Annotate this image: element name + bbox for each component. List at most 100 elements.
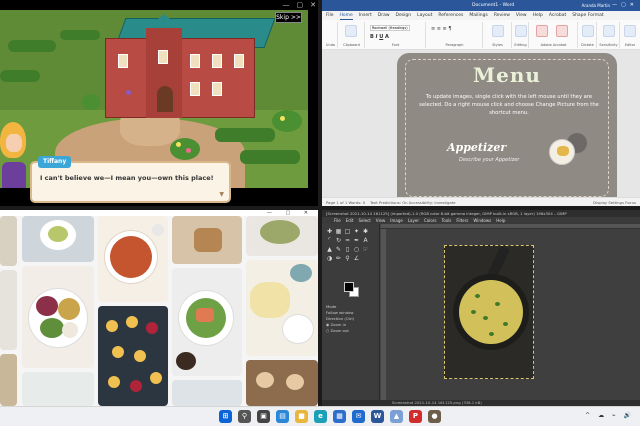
tab-file[interactable]: File — [326, 11, 334, 20]
ribbon-group-editor[interactable]: Editor — [621, 22, 639, 48]
menu-filters[interactable]: Filters — [456, 217, 468, 224]
store-icon[interactable]: ▦ — [333, 410, 346, 423]
menu-file[interactable]: File — [334, 217, 341, 224]
ribbon-group-acrobat[interactable]: Adobe Acrobat — [530, 22, 578, 48]
tab-acrobat[interactable]: Acrobat — [549, 11, 566, 20]
pinterest-window[interactable]: — ▢ ✕ — [0, 210, 318, 406]
zoom-out-radio[interactable]: ○ Zoom out — [326, 328, 349, 333]
paths-tool-icon[interactable]: ✒ — [353, 237, 360, 244]
menu-select[interactable]: Select — [358, 217, 370, 224]
photo-tile[interactable] — [22, 216, 94, 262]
file-explorer-icon[interactable]: ■ — [295, 410, 308, 423]
split-divider-vertical[interactable] — [318, 0, 322, 406]
pinterest-icon[interactable]: P — [409, 410, 422, 423]
photo-tile[interactable] — [172, 216, 242, 264]
crop-tool-icon[interactable]: ⌜ — [326, 237, 333, 244]
section-heading[interactable]: Appetizer — [447, 141, 506, 154]
tab-references[interactable]: References — [438, 11, 463, 20]
mail-icon[interactable]: ✉ — [352, 410, 365, 423]
ribbon-group-styles[interactable]: Styles — [484, 22, 512, 48]
widgets-icon[interactable]: ▤ — [276, 410, 289, 423]
menu-layer[interactable]: Layer — [408, 217, 419, 224]
menu-windows[interactable]: Windows — [473, 217, 491, 224]
photo-tile[interactable] — [22, 372, 94, 406]
tool-options-follow[interactable]: Follow window — [326, 310, 354, 315]
photo-tile[interactable] — [246, 260, 318, 356]
ribbon-group-clipboard[interactable]: Clipboard — [339, 22, 365, 48]
zoom-tool-icon[interactable]: ⚲ — [344, 255, 351, 262]
word-icon[interactable]: W — [371, 410, 384, 423]
tab-insert[interactable]: Insert — [359, 11, 372, 20]
font-format-buttons[interactable]: B I U A — [370, 34, 389, 40]
tab-mailings[interactable]: Mailings — [469, 11, 487, 20]
search-icon[interactable]: ⚲ — [238, 410, 251, 423]
system-tray[interactable]: ^ ☁ ⌁ 🔊 — [585, 412, 634, 419]
photo-tile[interactable] — [22, 266, 94, 368]
menu-document-page[interactable]: Menu To update images, single click with… — [397, 53, 617, 197]
create-pdf-icon[interactable] — [536, 25, 548, 37]
document-canvas[interactable]: Menu To update images, single click with… — [322, 50, 640, 197]
tab-review[interactable]: Review — [494, 11, 510, 20]
bucket-fill-icon[interactable]: ▲ — [326, 246, 333, 253]
proofing-status[interactable]: Text Predictions: On Accessibility: Inve… — [370, 200, 456, 205]
ribbon-group-undo[interactable]: Undo — [324, 22, 338, 48]
fuzzy-select-icon[interactable]: ✱ — [362, 228, 369, 235]
tool-options-mode[interactable]: Mode — [326, 304, 336, 309]
start-icon[interactable]: ⊞ — [219, 410, 232, 423]
transform-tool-icon[interactable]: ↻ — [335, 237, 342, 244]
foreground-color-swatch[interactable] — [344, 282, 354, 292]
edge-icon[interactable]: e — [314, 410, 327, 423]
continue-arrow-icon[interactable]: ▼ — [219, 191, 224, 198]
photo-tile[interactable] — [172, 380, 242, 406]
maximize-button[interactable]: ▢ — [297, 0, 304, 10]
menu-help[interactable]: Help — [496, 217, 505, 224]
photo-tile[interactable] — [98, 306, 168, 406]
game-window[interactable]: — ▢ ✕ Skip >> I can't believe we—I mean … — [0, 0, 318, 206]
menu-colors[interactable]: Colors — [424, 217, 437, 224]
menu-image[interactable]: Image — [390, 217, 403, 224]
menu-tools[interactable]: Tools — [442, 217, 452, 224]
tab-home[interactable]: Home — [339, 11, 353, 20]
close-button[interactable]: ✕ — [310, 0, 316, 10]
rect-select-icon[interactable]: □ — [344, 228, 351, 235]
eraser-icon[interactable]: ▯ — [344, 246, 351, 253]
photo-tile[interactable] — [246, 360, 318, 406]
gimp-icon[interactable]: ● — [428, 410, 441, 423]
paragraph-buttons[interactable]: ≡ ≡ ≡ ¶ — [431, 26, 452, 32]
task-view-icon[interactable]: ▣ — [257, 410, 270, 423]
page-count[interactable]: Page 1 of 1 Words: 0 — [326, 200, 365, 205]
photo-tile[interactable] — [98, 216, 168, 302]
word-window-controls[interactable]: —▢✕ — [612, 0, 638, 11]
font-name-box[interactable]: Rockwell (Headings) — [370, 25, 410, 31]
styles-icon[interactable] — [492, 25, 504, 37]
photos-icon[interactable]: ▲ — [390, 410, 403, 423]
ribbon-group-paragraph[interactable]: ≡ ≡ ≡ ¶ Paragraph — [427, 22, 483, 48]
tab-design[interactable]: Design — [396, 11, 412, 20]
editor-icon[interactable] — [624, 25, 636, 37]
photo-tile[interactable] — [246, 216, 318, 256]
align-tool-icon[interactable]: ▦ — [335, 228, 342, 235]
tab-shape-format[interactable]: Shape Format — [572, 11, 603, 20]
menu-view[interactable]: View — [376, 217, 386, 224]
instructions-text[interactable]: To update images, single click with the … — [419, 93, 599, 117]
zoom-in-radio[interactable]: ◉ Zoom in — [326, 322, 346, 327]
word-window[interactable]: Document1 - Word Aranda Martin —▢✕ File H… — [322, 0, 640, 206]
sensitivity-icon[interactable] — [603, 25, 615, 37]
color-picker-icon[interactable]: ✏ — [335, 255, 342, 262]
menu-edit[interactable]: Edit — [346, 217, 354, 224]
gimp-window[interactable]: [Screenshot 2021-10-14 161125] (imported… — [322, 210, 640, 406]
gimp-toolbox[interactable]: ✚ ▦ □ ✦ ✱ ⌜ ↻ ≈ ✒ A ▲ ✎ ▯ ○ ☞ ◑ ✏ ⚲ ∠ Mo… — [322, 224, 380, 400]
account-name[interactable]: Aranda Martin — [582, 0, 610, 11]
photo-tile[interactable] — [0, 270, 17, 350]
gimp-canvas[interactable] — [386, 229, 640, 400]
dodge-burn-icon[interactable]: ◑ — [326, 255, 333, 262]
clone-tool-icon[interactable]: ○ — [353, 246, 360, 253]
text-tool-icon[interactable]: A — [362, 237, 369, 244]
ribbon-group-sensitivity[interactable]: Sensitivity — [598, 22, 620, 48]
tab-layout[interactable]: Layout — [417, 11, 432, 20]
ribbon-group-dictate[interactable]: Dictate — [579, 22, 597, 48]
smudge-icon[interactable]: ☞ — [362, 246, 369, 253]
frittata-image[interactable] — [444, 245, 534, 379]
editing-icon[interactable] — [515, 25, 527, 37]
view-controls[interactable]: Display Settings Focus — [593, 198, 636, 206]
